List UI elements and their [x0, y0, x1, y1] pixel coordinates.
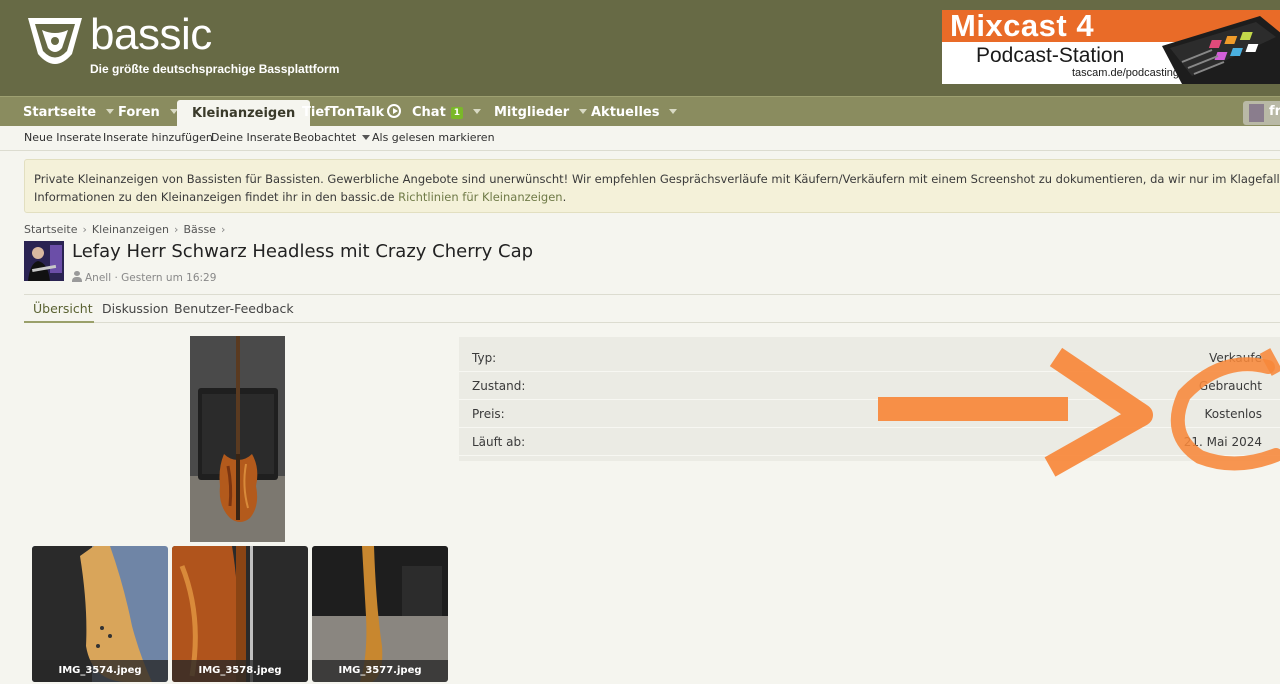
breadcrumb: Startseite › Kleinanzeigen › Bässe › — [24, 223, 230, 236]
nav-item-foren[interactable]: Foren — [118, 97, 178, 127]
site-header: bassic Die größte deutschsprachige Bassp… — [0, 0, 1280, 96]
detail-row-expires: Läuft ab: 21. Mai 2024 — [459, 428, 1280, 456]
detail-row-condition: Zustand: Gebraucht — [459, 372, 1280, 400]
listing-title: Lefay Herr Schwarz Headless mit Crazy Ch… — [72, 241, 534, 262]
thumbnail-image[interactable]: IMG_3574.jpeg — [32, 546, 168, 682]
detail-value: Verkaufe — [1209, 351, 1262, 365]
subnav-label: Beobachtet — [293, 131, 357, 144]
subnav-new-listings[interactable]: Neue Inserate — [24, 131, 101, 144]
chevron-down-icon[interactable] — [579, 109, 588, 114]
listing-date[interactable]: Gestern um 16:29 — [121, 272, 216, 284]
listing-tabs: Übersicht Diskussion Benutzer-Feedback — [24, 294, 1280, 323]
detail-value: 21. Mai 2024 — [1183, 435, 1262, 449]
meta-separator: · — [111, 272, 122, 284]
advertisement-banner[interactable]: Mixcast 4 Podcast-Station tascam.de/podc… — [942, 10, 1280, 84]
detail-label: Zustand: — [472, 379, 526, 393]
nav-item-kleinanzeigen[interactable]: Kleinanzeigen — [177, 100, 311, 127]
nav-label: Kleinanzeigen — [192, 106, 296, 121]
site-tagline: Die größte deutschsprachige Bassplattfor… — [90, 62, 340, 76]
nav-label: Aktuelles — [591, 105, 660, 120]
nav-item-mitglieder[interactable]: Mitglieder — [494, 97, 588, 127]
guidelines-link[interactable]: Richtlinien für Kleinanzeigen — [398, 190, 563, 204]
user-icon — [72, 271, 82, 282]
sub-navigation: Neue Inserate Inserate hinzufügen Deine … — [0, 126, 1280, 151]
ad-subtitle: Podcast-Station — [976, 44, 1125, 67]
nav-item-tieftontalk[interactable]: TiefTonTalk — [302, 97, 402, 127]
tab-discussion[interactable]: Diskussion — [102, 301, 168, 316]
chevron-right-icon: › — [220, 223, 226, 236]
main-navigation: Startseite Foren Kleinanzeigen TiefTonTa… — [0, 96, 1280, 127]
nav-label: Startseite — [23, 105, 97, 120]
subnav-mark-read[interactable]: Als gelesen markieren — [372, 131, 495, 144]
thumbnail-caption: IMG_3578.jpeg — [172, 660, 308, 682]
chevron-down-icon[interactable] — [106, 109, 115, 114]
listing-details-table: Typ: Verkaufe Zustand: Gebraucht Preis: … — [459, 337, 1280, 461]
breadcrumb-item[interactable]: Bässe — [183, 223, 216, 236]
subnav-add-listing[interactable]: Inserate hinzufügen — [103, 131, 213, 144]
bassic-logo-icon[interactable] — [24, 14, 86, 72]
nav-item-chat[interactable]: Chat 1 — [412, 97, 482, 127]
nav-label: Mitglieder — [494, 105, 570, 120]
nav-label: Foren — [118, 105, 160, 120]
nav-label: Chat — [412, 105, 446, 120]
subnav-my-listings[interactable]: Deine Inserate — [211, 131, 292, 144]
notice-line-1: Private Kleinanzeigen von Bassisten für … — [34, 172, 1280, 186]
thumbnail-caption: IMG_3577.jpeg — [312, 660, 448, 682]
detail-label: Läuft ab: — [472, 435, 526, 449]
nav-item-startseite[interactable]: Startseite — [23, 97, 115, 127]
chevron-down-icon[interactable] — [473, 109, 482, 114]
breadcrumb-item[interactable]: Startseite — [24, 223, 78, 236]
detail-value: Kostenlos — [1204, 407, 1263, 421]
subnav-watched[interactable]: Beobachtet — [293, 131, 371, 144]
listing-meta: Anell · Gestern um 16:29 — [72, 271, 216, 284]
chevron-down-icon[interactable] — [669, 109, 678, 114]
author-avatar[interactable] — [24, 241, 64, 281]
detail-row-price: Preis: Kostenlos — [459, 400, 1280, 428]
notice-text: . — [562, 190, 567, 204]
chat-count-badge: 1 — [450, 107, 464, 119]
notice-box: Private Kleinanzeigen von Bassisten für … — [24, 159, 1280, 213]
detail-label: Preis: — [472, 407, 505, 421]
nav-item-aktuelles[interactable]: Aktuelles — [591, 97, 678, 127]
thumbnail-caption: IMG_3574.jpeg — [32, 660, 168, 682]
site-brand[interactable]: bassic — [90, 10, 212, 60]
active-tab-indicator — [24, 321, 94, 323]
thumbnail-image[interactable]: IMG_3578.jpeg — [172, 546, 308, 682]
notice-line-2: Informationen zu den Kleinanzeigen finde… — [34, 188, 1280, 206]
ad-title: Mixcast 4 — [950, 10, 1095, 43]
detail-value: Gebraucht — [1198, 379, 1262, 393]
thumbnail-image[interactable]: IMG_3577.jpeg — [312, 546, 448, 682]
notice-text: Informationen zu den Kleinanzeigen finde… — [34, 190, 399, 204]
avatar — [1249, 104, 1264, 122]
listing-main-image[interactable] — [190, 336, 285, 542]
play-circle-icon — [387, 104, 402, 118]
detail-label: Typ: — [472, 351, 497, 365]
breadcrumb-item[interactable]: Kleinanzeigen — [92, 223, 169, 236]
tab-user-feedback[interactable]: Benutzer-Feedback — [174, 301, 294, 316]
user-name: fr — [1269, 104, 1280, 119]
tab-overview[interactable]: Übersicht — [33, 301, 93, 316]
listing-author[interactable]: Anell — [85, 272, 111, 284]
user-menu[interactable]: fr — [1243, 101, 1280, 125]
chevron-right-icon: › — [174, 223, 179, 236]
detail-row-type: Typ: Verkaufe — [459, 344, 1280, 372]
chevron-down-icon[interactable] — [362, 135, 371, 140]
mixer-device-image — [1162, 16, 1280, 84]
chevron-right-icon: › — [82, 223, 87, 236]
nav-label: TiefTonTalk — [302, 105, 385, 120]
